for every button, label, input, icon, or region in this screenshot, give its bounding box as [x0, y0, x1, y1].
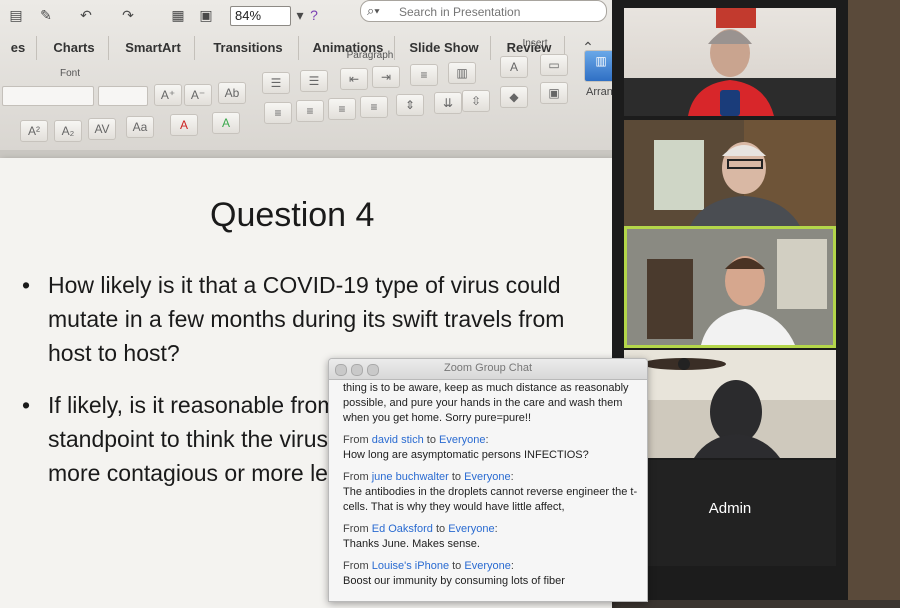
participant-video-1[interactable]	[624, 8, 836, 116]
recipient: Everyone	[439, 434, 486, 446]
participant-name-admin: Admin	[708, 500, 752, 517]
chat-message: From Louise's iPhone to Everyone: Boost …	[343, 559, 638, 589]
bullets-icon[interactable]: ☰	[262, 72, 290, 94]
justify-icon[interactable]: ≡	[360, 96, 388, 118]
chat-messages[interactable]: thing is to be aware, keep as much dista…	[343, 381, 638, 596]
message-header: From david stich to Everyone:	[343, 434, 489, 446]
align-right-icon[interactable]: ≡	[328, 98, 356, 120]
recipient: Everyone	[448, 523, 495, 535]
font-group-label: Font	[59, 68, 80, 79]
sender-name: Ed Oaksford	[371, 523, 433, 535]
message-header: From june buchwalter to Everyone:	[343, 471, 514, 483]
character-spacing-icon[interactable]: AV	[88, 118, 116, 140]
search-input[interactable]	[397, 3, 601, 20]
shape-icon[interactable]: ◆	[500, 86, 528, 108]
participant-4-image	[624, 350, 836, 458]
participant-3-image	[647, 239, 827, 345]
participant-1-image	[624, 8, 836, 116]
text-orientation-icon[interactable]: ⇊	[434, 92, 462, 114]
superscript-icon[interactable]: A²	[20, 120, 48, 142]
increase-indent-icon[interactable]: ⇥	[372, 66, 400, 88]
tab-themes[interactable]: es	[0, 36, 37, 60]
message-text: How long are asymptomatic persons INFECT…	[343, 449, 589, 461]
chat-titlebar[interactable]: Zoom Group Chat	[329, 359, 647, 380]
insert-group-label: Insert	[522, 38, 548, 49]
picture-icon[interactable]: ▭	[540, 54, 568, 76]
media-icon[interactable]: ▣	[540, 82, 568, 104]
tab-smartart[interactable]: SmartArt	[112, 36, 195, 60]
recipient: Everyone	[464, 471, 511, 483]
message-header: From Louise's iPhone to Everyone:	[343, 560, 514, 572]
participant-admin[interactable]: Admin	[624, 460, 836, 566]
bullet-1-text: How likely is it that a COVID-19 type of…	[48, 272, 565, 366]
format-painter-icon[interactable]: ✎	[36, 6, 56, 24]
zoom-group-chat-window[interactable]: Zoom Group Chat thing is to be aware, ke…	[328, 358, 648, 602]
help-icon[interactable]: ?	[304, 6, 324, 24]
bullet-dot: •	[22, 392, 31, 418]
search-field[interactable]: ⌕▾	[360, 0, 607, 22]
align-center-icon[interactable]: ≡	[296, 100, 324, 122]
chat-message: From david stich to Everyone: How long a…	[343, 433, 638, 463]
participant-video-4[interactable]	[624, 350, 836, 458]
background-wall	[848, 0, 900, 600]
zoom-select[interactable]: 84%	[230, 6, 291, 26]
redo-icon[interactable]: ↷	[118, 6, 138, 24]
change-case-icon[interactable]: Aa	[126, 116, 154, 138]
bullet-dot: •	[22, 272, 31, 298]
font-name-select[interactable]	[2, 86, 94, 106]
message-text: Thanks June. Makes sense.	[343, 538, 480, 550]
shrink-font-icon[interactable]: A⁻	[184, 84, 212, 106]
line-spacing-icon[interactable]: ⇕	[396, 94, 424, 116]
clear-formatting-icon[interactable]: Ab	[218, 82, 246, 104]
message-header: From Ed Oaksford to Everyone:	[343, 523, 498, 535]
undo-icon[interactable]: ↶	[76, 6, 96, 24]
participant-video-3[interactable]	[624, 226, 836, 348]
chat-title: Zoom Group Chat	[443, 362, 533, 374]
chat-message: From june buchwalter to Everyone: The an…	[343, 470, 638, 515]
arrange-label: Arran	[586, 86, 613, 98]
highlight-icon[interactable]: A	[212, 112, 240, 134]
numbering-icon[interactable]: ☰	[300, 70, 328, 92]
media-browser-icon[interactable]: ▣	[196, 6, 216, 24]
text-box-icon[interactable]: A	[500, 56, 528, 78]
message-text: The antibodies in the droplets cannot re…	[343, 486, 638, 513]
columns-icon[interactable]: ▥	[448, 62, 476, 84]
recipient: Everyone	[464, 560, 511, 572]
sender-name: june buchwalter	[371, 471, 449, 483]
slide-title: Question 4	[210, 196, 375, 234]
align-left-icon[interactable]: ≡	[264, 102, 292, 124]
decrease-indent-icon[interactable]: ⇤	[340, 68, 368, 90]
grow-font-icon[interactable]: A⁺	[154, 84, 182, 106]
chat-message: From Ed Oaksford to Everyone: Thanks Jun…	[343, 522, 638, 552]
participant-video-2[interactable]	[624, 120, 836, 226]
font-size-select[interactable]	[98, 86, 148, 106]
tab-charts[interactable]: Charts	[40, 36, 109, 60]
font-color-icon[interactable]: A	[170, 114, 198, 136]
message-text: Boost our immunity by consuming lots of …	[343, 575, 565, 587]
ribbon: ▤ ✎ ↶ ↷ ▦ ▣ 84% ▾ ? ⌕▾ es Charts SmartAr…	[0, 0, 640, 151]
subscript-icon[interactable]: A₂	[54, 120, 82, 142]
tab-slide-show[interactable]: Slide Show	[398, 36, 491, 60]
tab-transitions[interactable]: Transitions	[198, 36, 299, 60]
text-direction-icon[interactable]: ≡	[410, 64, 438, 86]
participant-2-image	[654, 120, 836, 226]
chat-message-previous: thing is to be aware, keep as much dista…	[343, 382, 629, 424]
slide-thumbnail-icon[interactable]: ▦	[168, 6, 188, 24]
align-text-icon[interactable]: ⇳	[462, 90, 490, 112]
sender-name: david stich	[371, 434, 424, 446]
paragraph-group-label: Paragraph	[346, 50, 394, 61]
sender-name: Louise's iPhone	[371, 560, 450, 572]
quick-access-toolbar: ▤ ✎ ↶ ↷ ▦ ▣ 84% ▾ ? ⌕▾	[0, 0, 640, 30]
search-icon: ⌕▾	[367, 3, 380, 18]
paste-icon[interactable]: ▤	[6, 6, 26, 24]
